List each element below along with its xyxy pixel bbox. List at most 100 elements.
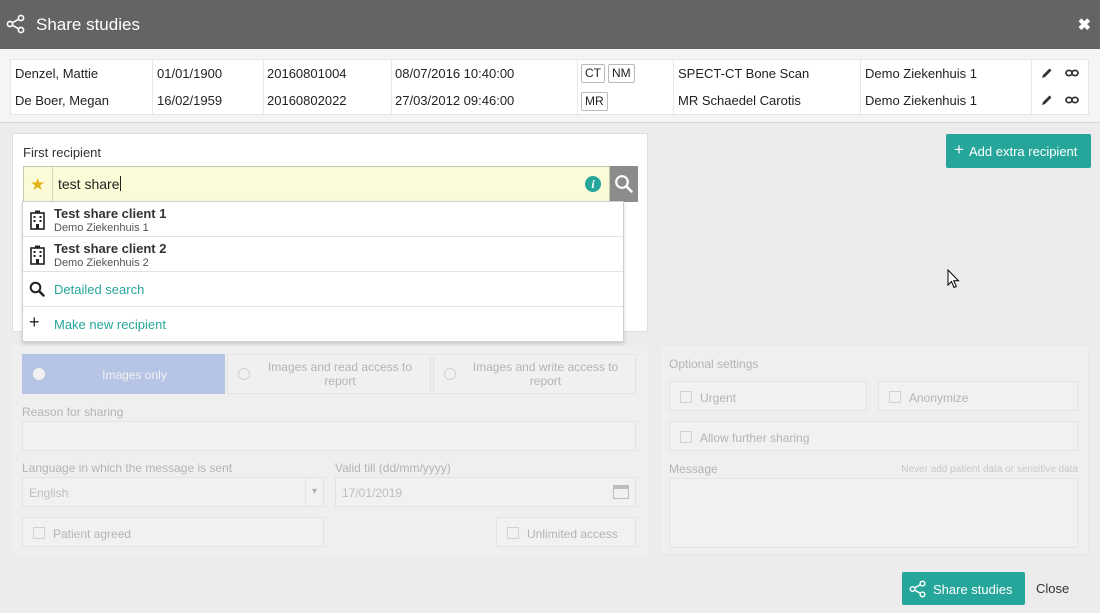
access-option-read-report[interactable]: Images and read access to report — [227, 354, 431, 394]
patient-name: Denzel, Mattie — [15, 66, 99, 81]
suggestion-item[interactable]: Test share client 2 Demo Ziekenhuis 2 — [23, 237, 623, 272]
valid-till-label: Valid till (dd/mm/yyyy) — [335, 461, 451, 475]
search-value: test share — [58, 176, 120, 192]
radio-button — [238, 368, 250, 380]
studies-table: Denzel, Mattie 01/01/1900 20160801004 08… — [10, 59, 1089, 115]
mouse-cursor-icon — [947, 269, 960, 289]
anonymize-checkbox[interactable]: Anonymize — [878, 381, 1078, 411]
modality-badge: NM — [608, 64, 635, 83]
modalities: CT NM — [581, 64, 638, 83]
share-icon — [909, 580, 926, 598]
chevron-down-icon: ▾ — [305, 478, 323, 506]
edit-pencil-icon[interactable] — [1040, 66, 1054, 80]
share-studies-label: Share studies — [933, 582, 1013, 597]
make-new-recipient-label: Make new recipient — [54, 317, 166, 332]
allow-further-sharing-label: Allow further sharing — [700, 431, 810, 445]
recipient-search-input[interactable]: ★ test share i — [23, 166, 610, 202]
table-row: De Boer, Megan 16/02/1959 20160802022 27… — [11, 87, 1090, 114]
recipient-suggestions-dropdown: Test share client 1 Demo Ziekenhuis 1 Te… — [22, 201, 624, 342]
link-icon[interactable] — [1065, 66, 1079, 80]
accession-number: 20160801004 — [267, 66, 347, 81]
make-new-recipient-item[interactable]: + Make new recipient — [23, 307, 623, 342]
main-area: Images only Images and read access to re… — [0, 123, 1100, 613]
suggestion-institution: Demo Ziekenhuis 2 — [54, 257, 149, 269]
institution: Demo Ziekenhuis 1 — [865, 66, 977, 81]
unlimited-access-label: Unlimited access — [527, 527, 618, 541]
reason-input[interactable] — [22, 421, 636, 451]
first-recipient-label: First recipient — [23, 145, 102, 160]
plus-icon: + — [29, 312, 40, 332]
study-date: 27/03/2012 09:46:00 — [395, 93, 515, 108]
suggestion-item[interactable]: Test share client 1 Demo Ziekenhuis 1 — [23, 202, 623, 237]
checkbox-box — [680, 391, 692, 403]
birth-date: 01/01/1900 — [157, 66, 223, 81]
unlimited-access-checkbox[interactable]: Unlimited access — [496, 517, 636, 547]
valid-till-input[interactable]: 17/01/2019 — [335, 477, 636, 507]
radio-button — [33, 368, 45, 380]
language-select[interactable]: English ▾ — [22, 477, 324, 507]
message-label: Message — [669, 462, 718, 476]
modality-badge: CT — [581, 64, 605, 83]
urgent-checkbox[interactable]: Urgent — [669, 381, 867, 411]
allow-further-sharing-checkbox[interactable]: Allow further sharing — [669, 421, 1078, 451]
checkbox-box — [507, 527, 519, 539]
add-extra-recipient-button[interactable]: + Add extra recipient — [946, 134, 1091, 168]
info-icon[interactable]: i — [585, 176, 601, 192]
modalities: MR — [581, 92, 611, 111]
divider — [52, 167, 53, 201]
suggestion-name: Test share client 1 — [54, 206, 167, 221]
message-hint: Never add patient data or sensitive data — [901, 464, 1078, 475]
access-option-label: Images only — [102, 368, 167, 382]
link-icon[interactable] — [1065, 93, 1079, 107]
share-icon — [6, 14, 25, 34]
checkbox-box — [680, 431, 692, 443]
study-date: 08/07/2016 10:40:00 — [395, 66, 515, 81]
message-textarea[interactable] — [669, 478, 1078, 548]
language-label: Language in which the message is sent — [22, 461, 233, 475]
access-option-label: Images and read access to report — [267, 360, 413, 388]
search-text: test share — [58, 176, 122, 192]
detailed-search-label: Detailed search — [54, 282, 145, 297]
table-row: Denzel, Mattie 01/01/1900 20160801004 08… — [11, 60, 1090, 87]
checkbox-box — [889, 391, 901, 403]
search-icon — [615, 175, 633, 193]
institution: Demo Ziekenhuis 1 — [865, 93, 977, 108]
search-icon — [29, 281, 45, 297]
modality-badge: MR — [581, 92, 608, 111]
suggestion-institution: Demo Ziekenhuis 1 — [54, 222, 149, 234]
optional-settings-panel: Optional settings Urgent Anonymize Allow… — [659, 345, 1089, 555]
access-option-write-report[interactable]: Images and write access to report — [433, 354, 636, 394]
birth-date: 16/02/1959 — [157, 93, 223, 108]
anonymize-label: Anonymize — [909, 391, 969, 405]
calendar-icon[interactable] — [613, 485, 629, 499]
access-option-label: Images and write access to report — [472, 360, 619, 388]
urgent-label: Urgent — [700, 391, 737, 405]
text-caret — [120, 176, 122, 191]
hospital-building-icon — [30, 210, 45, 230]
favorite-star-icon[interactable]: ★ — [30, 175, 45, 195]
detailed-search-item[interactable]: Detailed search — [23, 272, 623, 307]
access-option-images-only[interactable]: Images only — [22, 354, 225, 394]
close-button[interactable]: Close — [1036, 581, 1069, 596]
radio-button — [444, 368, 456, 380]
studies-panel: Denzel, Mattie 01/01/1900 20160801004 08… — [0, 49, 1100, 123]
close-icon[interactable]: ✖ — [1078, 15, 1091, 35]
patient-agreed-label: Patient agreed — [53, 527, 132, 541]
edit-pencil-icon[interactable] — [1040, 93, 1054, 107]
language-value: English — [29, 486, 69, 500]
checkbox-box — [33, 527, 45, 539]
study-description: SPECT-CT Bone Scan — [678, 66, 810, 81]
suggestion-name: Test share client 2 — [54, 241, 167, 256]
add-extra-recipient-label: Add extra recipient — [969, 144, 1078, 159]
dialog-header: Share studies ✖ — [0, 0, 1100, 49]
study-description: MR Schaedel Carotis — [678, 93, 801, 108]
patient-agreed-checkbox[interactable]: Patient agreed — [22, 517, 324, 547]
plus-icon: + — [954, 140, 964, 159]
share-studies-button[interactable]: Share studies — [902, 572, 1025, 605]
accession-number: 20160802022 — [267, 93, 347, 108]
valid-till-value: 17/01/2019 — [342, 486, 403, 500]
patient-name: De Boer, Megan — [15, 93, 109, 108]
hospital-building-icon — [30, 245, 45, 265]
search-button[interactable] — [610, 166, 638, 202]
optional-settings-title: Optional settings — [669, 357, 759, 371]
